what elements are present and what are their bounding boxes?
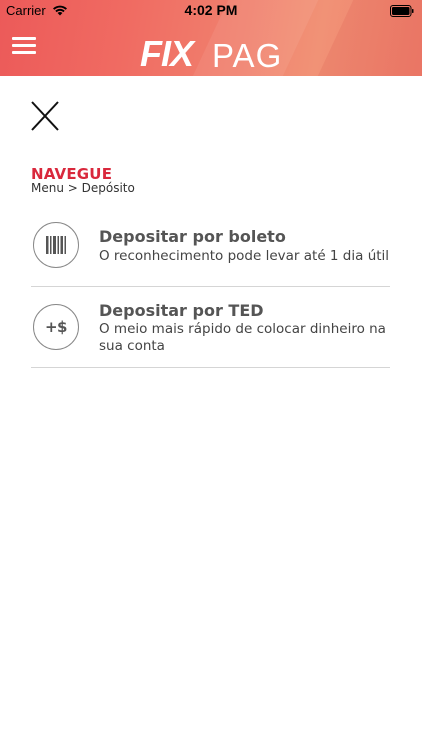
breadcrumb: Menu > Depósito [31,181,135,195]
hamburger-icon [12,37,36,40]
option-icon-circle: +$ [33,304,79,350]
status-bar: Carrier 4:02 PM [0,0,422,22]
logo-text-pag: PAG [212,37,283,74]
deposit-ted-option[interactable]: +$ Depositar por TED O meio mais rápido … [31,297,391,371]
logo-text-fix: FIX [140,33,194,74]
battery-icon [390,5,414,17]
plus-dollar-icon: +$ [44,318,68,336]
option-icon-circle [33,222,79,268]
option-description: O meio mais rápido de colocar dinheiro n… [99,321,386,354]
deposit-boleto-option[interactable]: Depositar por boleto O reconhecimento po… [31,222,391,288]
option-description: O reconhecimento pode levar até 1 dia út… [99,248,390,264]
hamburger-icon [12,44,36,47]
option-title: Depositar por TED [99,301,264,320]
barcode-icon [46,236,66,254]
app-screen: Carrier 4:02 PM FIX PAG NAVEGUE Menu > D… [0,0,422,750]
option-title: Depositar por boleto [99,227,286,246]
header: Carrier 4:02 PM FIX PAG [0,0,422,76]
status-time: 4:02 PM [184,2,238,18]
fixpag-logo: FIX PAG [140,33,285,75]
close-button[interactable] [30,100,60,132]
divider [31,286,390,287]
hamburger-icon [12,51,36,54]
menu-button[interactable] [12,37,38,55]
divider [31,367,390,368]
close-icon [31,101,59,131]
